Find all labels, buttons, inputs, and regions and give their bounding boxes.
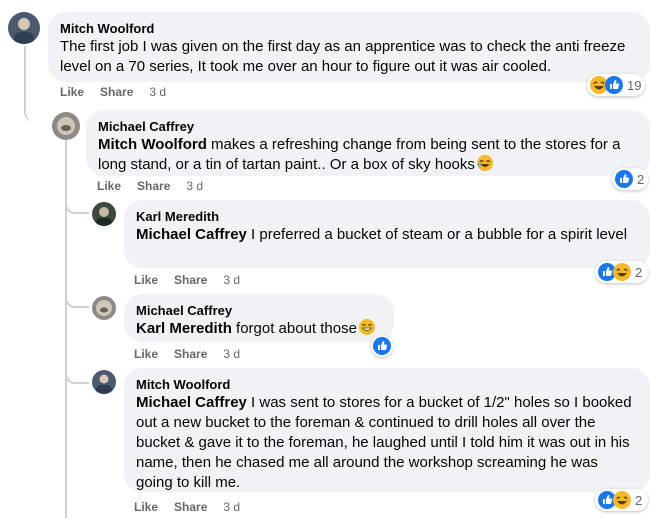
comment-bubble: Michael Caffrey Mitch Woolford makes a r… [86, 110, 650, 176]
comment-timestamp[interactable]: 3 d [149, 85, 166, 99]
comment-text: Michael Caffrey I was sent to stores for… [136, 393, 638, 493]
comment-timestamp[interactable]: 3 d [223, 347, 240, 361]
avatar[interactable] [92, 202, 116, 226]
share-button[interactable]: Share [100, 85, 133, 99]
comment-author[interactable]: Karl Meredith [136, 208, 638, 225]
like-icon [615, 170, 633, 188]
haha-icon [613, 491, 631, 509]
avatar[interactable] [92, 296, 116, 320]
grinning-emoji-icon [358, 319, 375, 335]
comment-timestamp[interactable]: 3 d [223, 273, 240, 287]
thread-elbow-1 [24, 96, 54, 122]
comment-actions: Like Share 3 d [60, 85, 166, 99]
avatar[interactable] [92, 370, 116, 394]
reaction-count: 2 [637, 171, 645, 187]
mention-link[interactable]: Michael Caffrey [136, 226, 247, 243]
avatar[interactable] [52, 112, 80, 140]
like-button[interactable]: Like [60, 85, 84, 99]
thread-elbow-2 [65, 198, 89, 214]
reaction-count: 19 [627, 77, 642, 93]
like-button[interactable]: Like [134, 273, 158, 287]
thread-elbow-3 [65, 290, 89, 308]
comment-text: Mitch Woolford makes a refreshing change… [98, 135, 638, 175]
comment-actions: Like Share 3 d [134, 273, 240, 287]
haha-icon [613, 263, 631, 281]
comment-author[interactable]: Michael Caffrey [98, 118, 638, 135]
comment-body: The first job I was given on the first d… [60, 38, 626, 75]
comment-actions: Like Share 3 d [134, 500, 240, 514]
comment-bubble: Mitch Woolford The first job I was given… [48, 12, 650, 82]
comment-text: Michael Caffrey I preferred a bucket of … [136, 225, 638, 245]
thread-elbow-4 [65, 366, 89, 384]
comment-text: Karl Meredith forgot about those [136, 319, 382, 339]
comment-actions: Like Share 3 d [97, 179, 203, 193]
mention-link[interactable]: Karl Meredith [136, 320, 232, 337]
comment-body: forgot about those [236, 320, 357, 337]
comment-bubble: Mitch Woolford Michael Caffrey I was sen… [124, 368, 650, 492]
reaction-summary[interactable]: 19 [587, 74, 645, 96]
mention-link[interactable]: Mitch Woolford [98, 136, 207, 153]
thread-line-main [24, 46, 26, 98]
share-button[interactable]: Share [174, 347, 207, 361]
laughing-emoji-icon [476, 155, 493, 171]
comment-bubble: Karl Meredith Michael Caffrey I preferre… [124, 200, 650, 268]
comment-author[interactable]: Michael Caffrey [136, 302, 382, 319]
comment-text: The first job I was given on the first d… [60, 37, 638, 77]
comment-timestamp[interactable]: 3 d [186, 179, 203, 193]
share-button[interactable]: Share [174, 273, 207, 287]
like-icon [605, 76, 623, 94]
reaction-summary[interactable] [371, 335, 393, 357]
comment-author[interactable]: Mitch Woolford [136, 376, 638, 393]
comment-bubble: Michael Caffrey Karl Meredith forgot abo… [124, 294, 394, 342]
reaction-summary[interactable]: 2 [612, 168, 648, 190]
comment-author[interactable]: Mitch Woolford [60, 20, 638, 37]
share-button[interactable]: Share [137, 179, 170, 193]
avatar[interactable] [8, 12, 40, 44]
like-icon [373, 337, 391, 355]
mention-link[interactable]: Michael Caffrey [136, 394, 247, 411]
thread-line-reply [65, 138, 67, 518]
comment-actions: Like Share 3 d [134, 347, 240, 361]
comment-body: I preferred a bucket of steam or a bubbl… [251, 226, 628, 243]
reaction-count: 2 [635, 492, 643, 508]
reaction-summary[interactable]: 2 [595, 261, 648, 283]
share-button[interactable]: Share [174, 500, 207, 514]
like-button[interactable]: Like [97, 179, 121, 193]
like-button[interactable]: Like [134, 500, 158, 514]
reaction-summary[interactable]: 2 [595, 489, 648, 511]
like-button[interactable]: Like [134, 347, 158, 361]
comment-timestamp[interactable]: 3 d [223, 500, 240, 514]
reaction-count: 2 [635, 264, 643, 280]
